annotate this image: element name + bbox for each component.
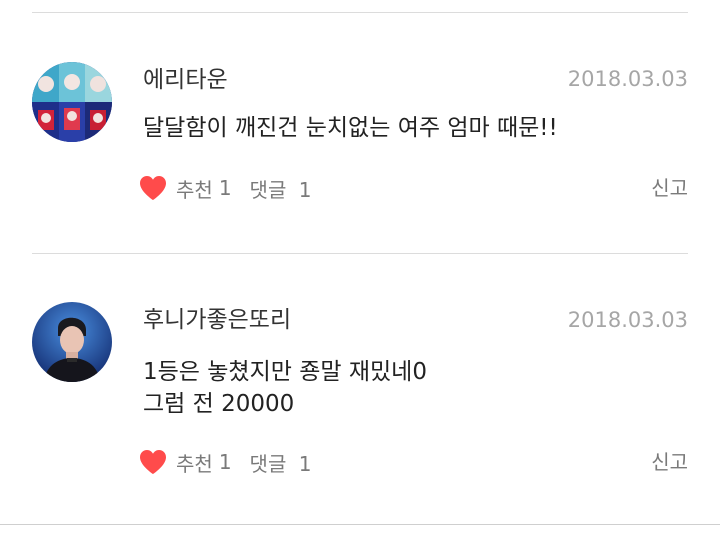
heart-icon <box>140 176 166 200</box>
like-count: 1 <box>218 176 232 200</box>
comment-line: 1등은 놓쳤지만 죵말 재밌네0 <box>143 359 427 385</box>
like-button[interactable]: 추천 1 <box>138 174 232 203</box>
reply-label: 댓글 <box>249 177 287 202</box>
comment-text: 1등은 놓쳤지만 죵말 재밌네0 그럼 전 20000 <box>143 356 427 420</box>
top-divider <box>32 12 688 13</box>
reply-label: 댓글 <box>249 451 287 476</box>
reply-count: 1 <box>298 451 312 476</box>
like-label: 추천 <box>176 451 213 476</box>
comment-actions: 추천 1 댓글 1 <box>138 173 311 203</box>
comment-line: 그럼 전 20000 <box>143 391 295 417</box>
report-button[interactable]: 신고 <box>651 173 688 203</box>
like-count: 1 <box>218 450 232 474</box>
comment-actions: 추천 1 댓글 1 <box>138 447 311 477</box>
comment-divider <box>32 253 688 254</box>
avatar-image <box>32 302 112 382</box>
username[interactable]: 후니가좋은또리 <box>143 306 291 334</box>
username[interactable]: 에리타운 <box>143 66 228 94</box>
report-button[interactable]: 신고 <box>651 447 688 477</box>
avatar[interactable] <box>32 302 112 382</box>
avatar-image <box>32 62 112 142</box>
comment-date: 2018.03.03 <box>567 308 688 332</box>
comment-line: 달달함이 깨진건 눈치없는 여주 엄마 때문!! <box>143 115 558 141</box>
like-label: 추천 <box>176 177 213 202</box>
reply-count: 1 <box>298 177 312 202</box>
like-button[interactable]: 추천 1 <box>138 448 232 477</box>
bottom-divider <box>0 524 720 525</box>
reply-button[interactable]: 댓글 1 <box>250 174 312 203</box>
comment-text: 달달함이 깨진건 눈치없는 여주 엄마 때문!! <box>143 112 558 144</box>
reply-button[interactable]: 댓글 1 <box>250 448 312 477</box>
heart-icon <box>140 450 166 474</box>
comment-date: 2018.03.03 <box>567 67 688 91</box>
avatar[interactable] <box>32 62 112 142</box>
